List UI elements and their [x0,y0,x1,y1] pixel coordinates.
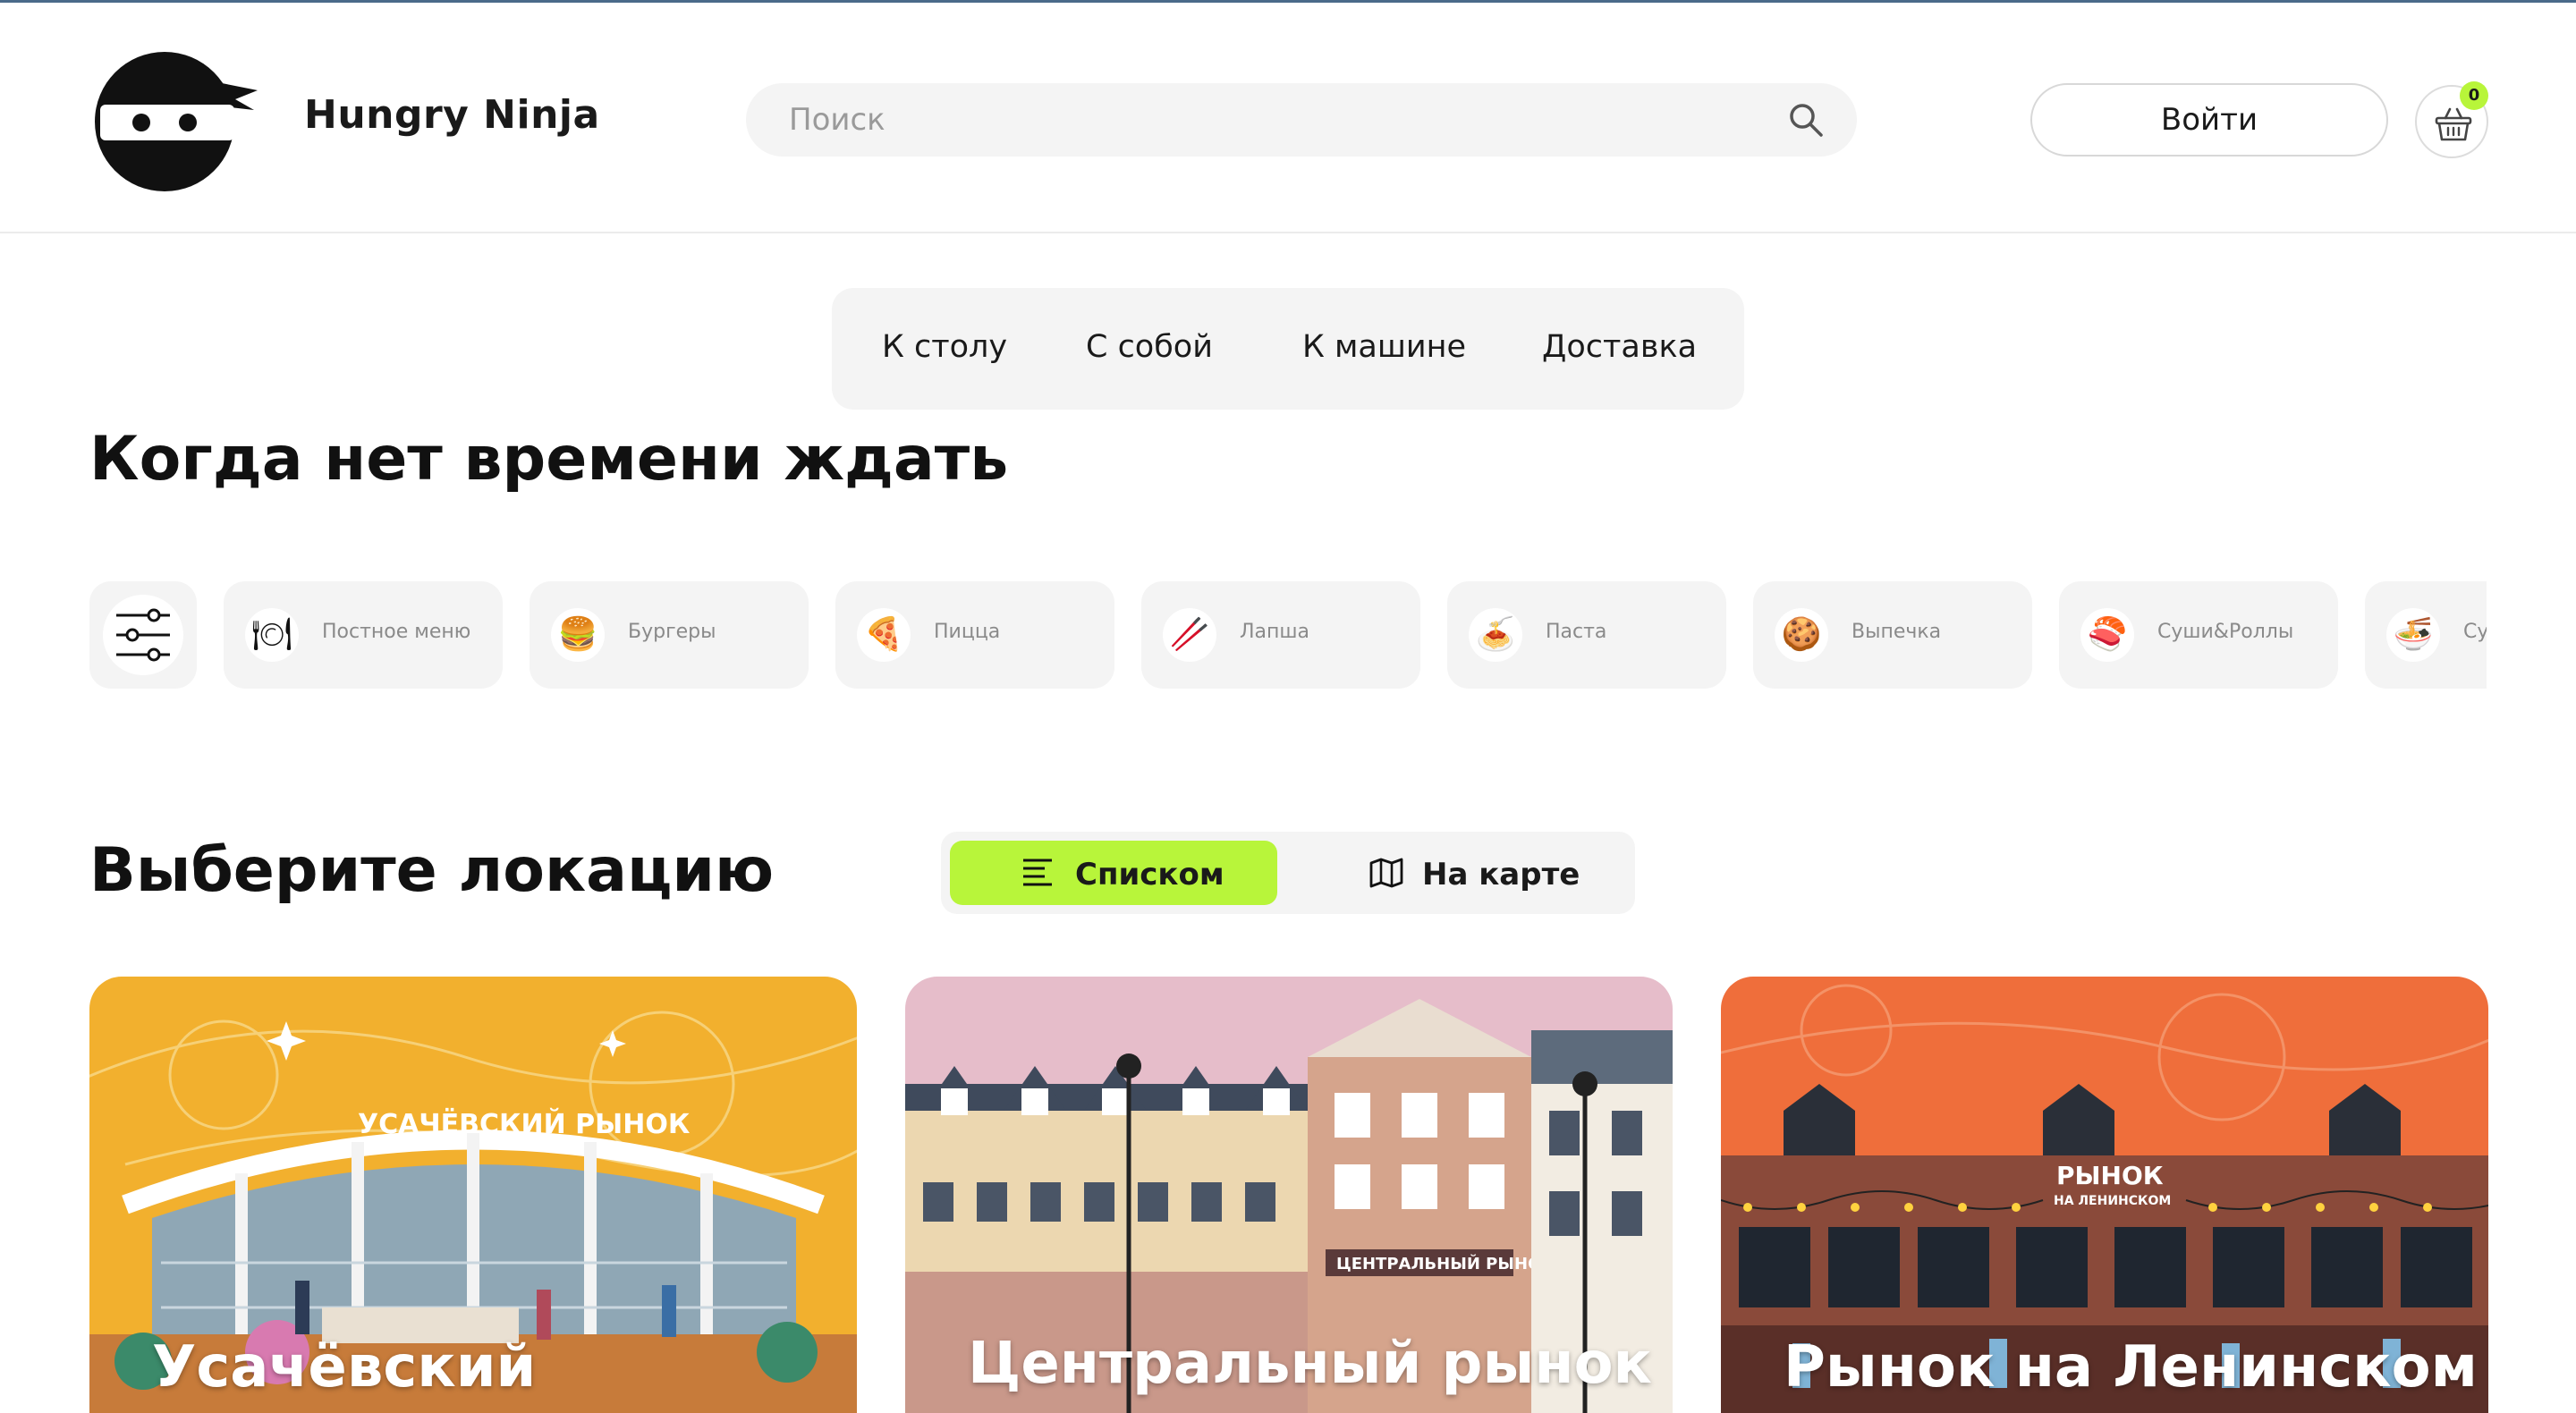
market-sign-subtitle: НА ЛЕНИНСКОМ [2054,1194,2171,1208]
cookie-icon: 🍪 [1775,608,1828,662]
tab-delivery[interactable]: Доставка [1542,329,1697,365]
tab-to-car[interactable]: К машине [1302,329,1466,365]
list-icon [1023,859,1052,886]
section-title-fast: Когда нет времени ждать [89,424,1009,495]
category-label: Выпечка [1852,621,1942,643]
category-soup[interactable]: 🍜 Су [2365,581,2487,689]
category-noodles[interactable]: 🥢 Лапша [1141,581,1420,689]
burger-icon: 🍔 [551,608,605,662]
location-title: Рынок на Ленинском [1784,1334,2478,1400]
category-bakery[interactable]: 🍪 Выпечка [1753,581,2032,689]
market-sign: УСАЧЁВСКИЙ РЫНОК [358,1108,691,1140]
tab-dine-in[interactable]: К столу [882,329,1007,365]
market-sign: ЦЕНТРАЛЬНЫЙ РЫНОК [1336,1254,1555,1273]
market-sign: РЫНОК [2056,1161,2164,1190]
category-burgers[interactable]: 🍔 Бургеры [530,581,809,689]
category-label: Су [2463,621,2487,643]
soup-icon: 🍜 [2386,608,2440,662]
category-label: Постное меню [322,621,471,643]
pasta-icon: 🍝 [1469,608,1522,662]
search-icon[interactable] [1787,101,1825,139]
map-view-label: На карте [1422,857,1580,893]
category-pasta[interactable]: 🍝 Паста [1447,581,1726,689]
category-label: Суши&Роллы [2157,621,2294,643]
login-button[interactable]: Войти [2030,83,2388,157]
service-mode-tabs: К столу С собой К машине Доставка [832,288,1744,410]
list-view-label: Списком [1075,857,1224,893]
search-bar[interactable] [746,83,1857,157]
map-icon [1369,858,1403,888]
category-label: Бургеры [628,621,716,643]
view-toggle: Списком На карте [941,832,1635,914]
plate-icon: 🍽 [245,608,299,662]
chopsticks-icon: 🥢 [1163,608,1216,662]
location-title: Усачёвский [152,1334,537,1400]
location-card-usachevsky[interactable]: УСАЧЁВСКИЙ РЫНОК Усачёвский [89,977,857,1413]
ninja-logo-icon[interactable] [88,47,259,192]
category-lent-menu[interactable]: 🍽 Постное меню [224,581,503,689]
location-card-leninsky[interactable]: РЫНОК НА ЛЕНИНСКОМ Рынок на Ленинском [1721,977,2488,1413]
tab-takeaway[interactable]: С собой [1086,329,1213,365]
pizza-icon: 🍕 [857,608,911,662]
category-label: Пицца [934,621,1001,643]
brand-name[interactable]: Hungry Ninja [304,92,600,138]
category-sushi[interactable]: 🍣 Суши&Роллы [2059,581,2338,689]
list-view-button[interactable]: Списком [950,841,1277,905]
category-carousel: 🍽 Постное меню 🍔 Бургеры 🍕 Пицца 🥢 Лапша… [89,581,2487,690]
cart-count-badge: 0 [2460,81,2488,110]
site-header: Hungry Ninja Войти 0 [0,3,2576,233]
filter-button[interactable] [89,581,197,689]
category-label: Паста [1546,621,1607,643]
location-title: Центральный рынок [968,1331,1652,1397]
sushi-icon: 🍣 [2080,608,2134,662]
sliders-icon [116,608,170,662]
category-pizza[interactable]: 🍕 Пицца [835,581,1114,689]
section-title-location: Выберите локацию [89,835,775,906]
map-view-button[interactable]: На карте [1281,841,1626,905]
location-card-central[interactable]: ЦЕНТРАЛЬНЫЙ РЫНОК Центральный рынок [905,977,1673,1413]
search-input[interactable] [789,83,1755,157]
category-label: Лапша [1240,621,1310,643]
